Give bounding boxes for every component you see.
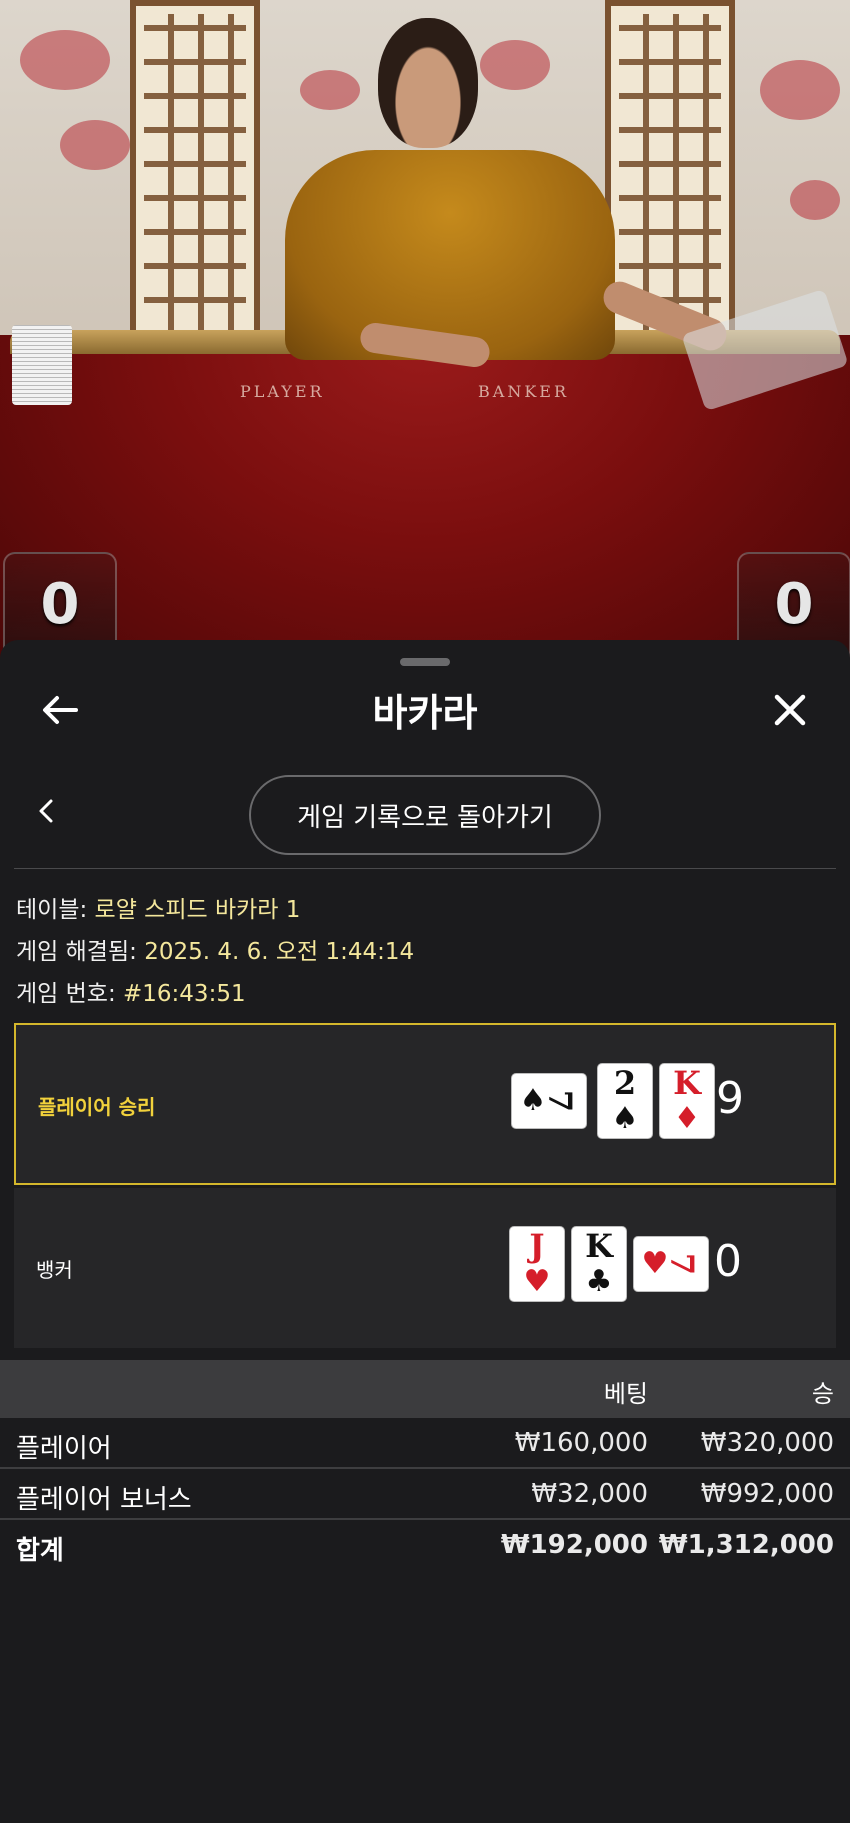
sheet-title: 바카라	[372, 691, 478, 735]
dealer	[285, 150, 615, 360]
resolved-time: 2025. 4. 6. 오전 1:44:14	[144, 939, 415, 965]
back-to-history-button[interactable]: 게임 기록으로 돌아가기	[249, 775, 601, 855]
total-row: 합계 ₩192,000 ₩1,312,000	[16, 1530, 834, 1566]
table-row: 플레이어 보너스 ₩32,000 ₩992,000	[0, 1469, 850, 1520]
lattice-screen-left	[130, 0, 260, 345]
column-bet: 베팅	[603, 1380, 648, 1408]
bets-table-header: 베팅 승	[0, 1360, 850, 1418]
playing-card: 7 ♠	[511, 1073, 587, 1129]
player-score: 0	[40, 572, 80, 637]
banker-total: 0	[714, 1236, 742, 1287]
live-video: PLAYER BANKER 0 0	[0, 0, 850, 660]
table-label-player: PLAYER	[240, 382, 325, 401]
game-number-info: 게임 번호: #16:43:51	[16, 981, 246, 1007]
bets-table: 베팅 승 플레이어 ₩160,000 ₩320,000 플레이어 보너스 ₩32…	[0, 1360, 850, 1569]
divider	[14, 868, 836, 869]
banker-hand: 뱅커 J ♥ K ♣ 7 ♥ 0	[14, 1188, 836, 1348]
resolved-info: 게임 해결됨: 2025. 4. 6. 오전 1:44:14	[16, 939, 415, 965]
table-row: 플레이어 ₩160,000 ₩320,000	[0, 1418, 850, 1469]
table-info: 테이블: 로얄 스피드 바카라 1	[16, 897, 301, 923]
banker-score: 0	[774, 572, 814, 637]
playing-card: K ♦	[659, 1063, 715, 1139]
sheet-grabber[interactable]	[400, 658, 450, 666]
chevron-left-icon[interactable]	[30, 795, 62, 827]
player-hand-label: 플레이어 승리	[38, 1095, 156, 1119]
playing-card: 7 ♥	[633, 1236, 709, 1292]
card-deck	[12, 325, 72, 405]
banker-hand-label: 뱅커	[36, 1258, 73, 1282]
playing-card: 2 ♠	[597, 1063, 653, 1139]
column-win: 승	[811, 1380, 834, 1408]
player-hand: 플레이어 승리 7 ♠ 2 ♠ K ♦ 9	[14, 1023, 836, 1185]
game-number: #16:43:51	[123, 981, 246, 1007]
game-detail-sheet: 바카라 게임 기록으로 돌아가기 테이블: 로얄 스피드 바카라 1 게임 해결…	[0, 640, 850, 1823]
playing-card: K ♣	[571, 1226, 627, 1302]
table-label-banker: BANKER	[478, 382, 569, 401]
player-total: 9	[716, 1073, 744, 1124]
playing-card: J ♥	[509, 1226, 565, 1302]
table-name: 로얄 스피드 바카라 1	[94, 897, 301, 923]
close-icon[interactable]	[768, 688, 812, 732]
